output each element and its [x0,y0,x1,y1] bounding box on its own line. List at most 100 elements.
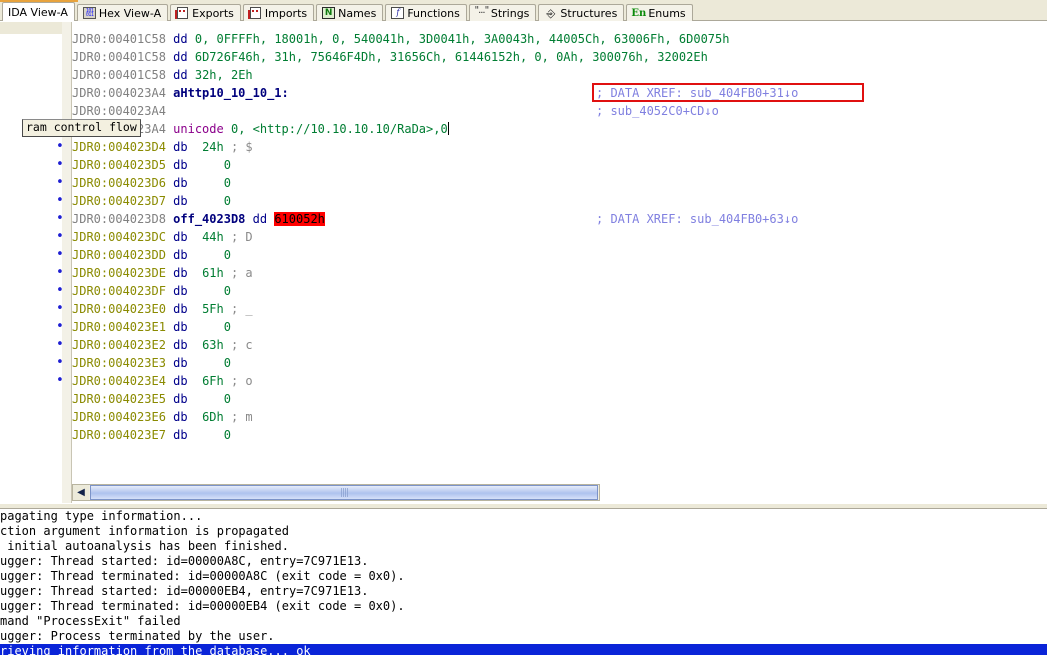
disassembly-line[interactable]: • JDR0:004023DE db 61h ; a [56,264,729,282]
breakpoint-dot-icon[interactable]: • [56,174,64,192]
tab-functions[interactable]: f Functions [385,4,467,21]
line-comment: ; m [230,410,253,424]
breakpoint-dot-icon[interactable]: • [56,246,64,264]
disassembly-line[interactable]: JDR0:004023E7 db 0 [72,426,729,444]
breakpoint-dot-icon[interactable]: • [56,282,64,300]
line-xref-comment[interactable]: ; DATA XREF: sub_404FB0+31↓o [596,84,798,102]
disassembly-line[interactable]: • JDR0:004023D6 db 0 [56,174,729,192]
disassembly-view[interactable]: JDR0:00401C58 dd 0, 0FFFFh, 18001h, 0, 5… [0,22,1047,504]
line-address: JDR0:004023E2 [72,338,166,352]
log-line[interactable]: initial autoanalysis has been finished. [0,539,1047,554]
disassembly-line[interactable]: JDR0:004023E6 db 6Dh ; m [72,408,729,426]
line-mnemonic: db [173,248,188,262]
line-operands: 0 [223,194,231,208]
disassembly-line[interactable]: • JDR0:004023D5 db 0 [56,156,729,174]
line-mnemonic: db [173,374,188,388]
disassembly-line[interactable]: • JDR0:004023E4 db 6Fh ; o [56,372,729,390]
line-comment: ; $ [230,140,253,154]
line-address: JDR0:004023E3 [72,356,166,370]
tab-exports[interactable]: Exports [170,4,241,21]
line-label[interactable]: aHttp10_10_10_1: [173,86,289,100]
disassembly-line[interactable]: • JDR0:004023E3 db 0 [56,354,729,372]
line-xref-comment[interactable]: ; DATA XREF: sub_404FB0+63↓o [596,210,798,228]
breakpoint-dot-icon[interactable]: • [56,264,64,282]
disassembly-line[interactable]: • JDR0:004023E0 db 5Fh ; _ [56,300,729,318]
log-line[interactable]: ugger: Thread terminated: id=00000A8C (e… [0,569,1047,584]
line-comment: ; c [230,338,253,352]
tab-imports[interactable]: Imports [242,4,315,21]
tab-label: Imports [264,6,308,20]
scroll-left-arrow-icon[interactable]: ◀ [73,485,89,500]
disassembly-line[interactable]: JDR0:004023A4 aHttp10_10_10_1: ; DATA XRE… [72,84,798,102]
disassembly-line[interactable]: • JDR0:004023DC db 44h ; D [56,228,729,246]
breakpoint-dot-icon[interactable]: • [56,300,64,318]
disassembly-line[interactable]: • JDR0:004023D8 off_4023D8 dd 610052h ; DA… [56,210,798,228]
line-mnemonic: db [173,302,188,316]
line-body: db 0 [173,158,231,172]
breakpoint-dot-icon[interactable]: • [56,372,64,390]
breakpoint-dot-icon[interactable]: • [56,192,64,210]
log-line[interactable]: ugger: Thread started: id=00000A8C, entr… [0,554,1047,569]
line-address: JDR0:004023D8 [72,212,166,226]
imports-icon [247,7,262,19]
breakpoint-dot-icon[interactable]: • [56,156,64,174]
log-line[interactable]: ugger: Process terminated by the user. [0,629,1047,644]
breakpoint-dot-icon[interactable]: • [56,336,64,354]
tab-names[interactable]: N Names [316,4,384,21]
disassembly-line[interactable]: JDR0:004023A4 ; sub_4052C0+CD↓o [72,102,729,120]
disassembly-horizontal-scrollbar[interactable]: ◀ |||| [72,484,600,501]
tab-label: Exports [192,6,234,20]
log-line[interactable]: mand "ProcessExit" failed [0,614,1047,629]
disassembly-line[interactable]: JDR0:00401C58 dd 6D726F46h, 31h, 75646F4… [72,48,729,66]
disassembly-line[interactable]: JDR0:004023A4 unicode 0, <http://10.10.1… [72,120,729,138]
line-address: JDR0:00401C58 [72,50,166,64]
log-line[interactable]: ugger: Thread terminated: id=00000EB4 (e… [0,599,1047,614]
line-operands: 24h [202,140,224,154]
operand-gap [188,284,224,298]
tab-strings[interactable]: "..." Strings [468,4,537,21]
tab-hex-view-a[interactable]: 101 011 Hex View-A [76,4,169,21]
breakpoint-dot-icon[interactable]: • [56,210,64,228]
disassembly-line[interactable]: • JDR0:004023E2 db 63h ; c [56,336,729,354]
line-mnemonic: db [173,428,188,442]
breakpoint-dot-icon[interactable]: • [56,138,64,156]
line-mnemonic: db [173,338,188,352]
disassembly-line[interactable]: • JDR0:004023DD db 0 [56,246,729,264]
line-operands: 63h [202,338,224,352]
breakpoint-dot-icon[interactable]: • [56,318,64,336]
disassembly-line[interactable]: • JDR0:004023DF db 0 [56,282,729,300]
operand-gap [188,428,224,442]
log-line[interactable]: ction argument information is propagated [0,524,1047,539]
operand-gap [188,356,224,370]
disassembly-line[interactable]: • JDR0:004023D4 db 24h ; $ [56,138,729,156]
breakpoint-dot-icon[interactable]: • [56,228,64,246]
scrollbar-thumb[interactable]: |||| [90,485,598,500]
disassembly-line[interactable]: JDR0:00401C58 dd 0, 0FFFFh, 18001h, 0, 5… [72,30,729,48]
disassembly-line[interactable]: JDR0:004023E5 db 0 [72,390,729,408]
log-line-selected[interactable]: rieving information from the database...… [0,644,1047,655]
tab-structures[interactable]: ⎆ Structures [538,4,625,21]
addr-gap [166,104,173,118]
line-comment: ; a [230,266,253,280]
disassembly-line[interactable]: • JDR0:004023D7 db 0 [56,192,729,210]
line-operands: 0 [223,392,231,406]
tab-label: Structures [560,6,618,20]
line-body: db 0 [173,428,231,442]
line-operands: 0 [223,428,231,442]
output-log-pane[interactable]: pagating type information... ction argume… [0,509,1047,655]
line-body: unicode 0, <http://10.10.10.10/RaDa>,0 [173,122,449,136]
log-line[interactable]: ugger: Thread started: id=00000EB4, entr… [0,584,1047,599]
disassembly-line[interactable]: • JDR0:004023E1 db 0 [56,318,729,336]
tab-ida-view-a[interactable]: IDA View-A [2,2,75,21]
line-mnemonic: dd [173,68,188,82]
breakpoint-dot-icon[interactable]: • [56,354,64,372]
line-operands: 6Fh [202,374,224,388]
operand-gap [188,176,224,190]
log-line[interactable]: pagating type information... [0,509,1047,524]
operand-gap [188,194,224,208]
tab-enums[interactable]: En Enums [626,4,693,21]
disassembly-line[interactable]: JDR0:00401C58 dd 32h, 2Eh [72,66,729,84]
line-xref-comment[interactable]: ; sub_4052C0+CD↓o [596,102,719,120]
line-label[interactable]: off_4023D8 [173,212,245,226]
line-address: JDR0:004023DD [72,248,166,262]
